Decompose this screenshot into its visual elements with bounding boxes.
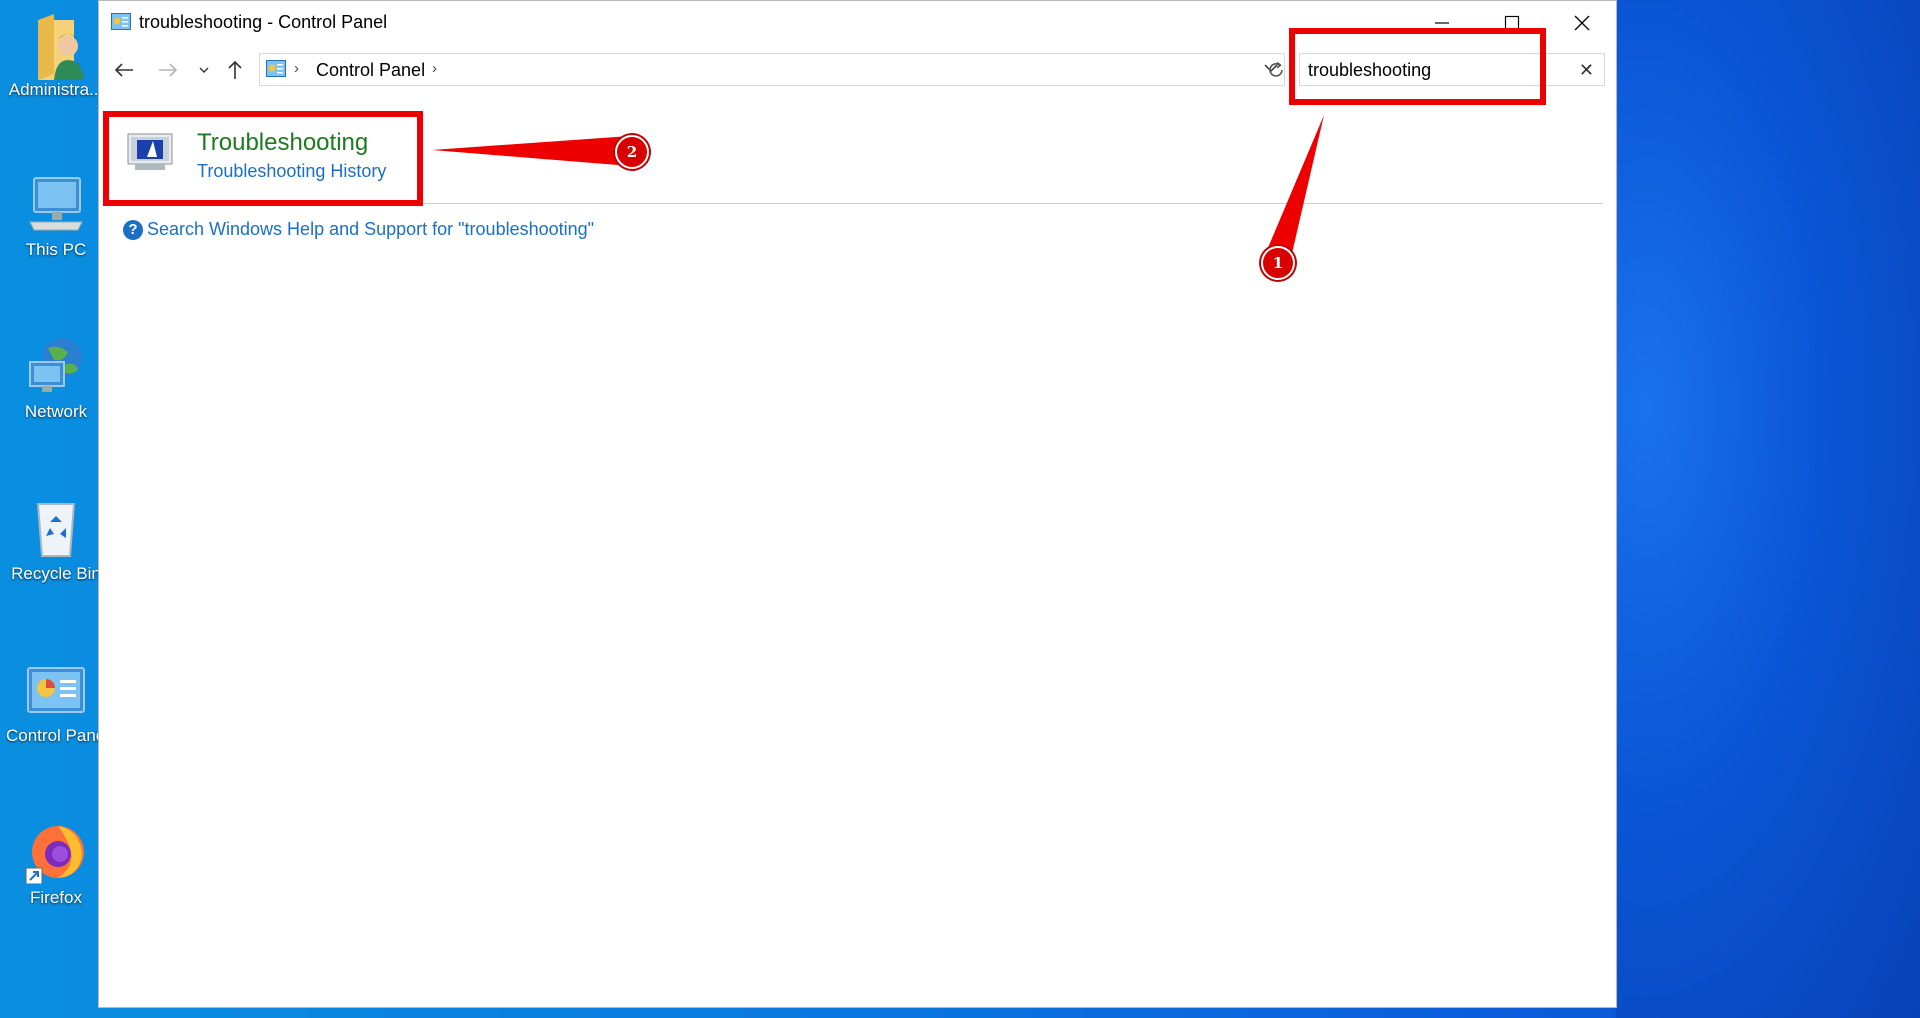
annotation-highlight-search [1289,28,1546,105]
callout-pointer-2 [432,136,630,166]
callout-pointer-1 [1262,115,1324,262]
annotation-badge-2: 2 [615,135,649,169]
annotation-badge-1: 1 [1261,246,1295,280]
annotation-highlight-result [103,111,423,206]
